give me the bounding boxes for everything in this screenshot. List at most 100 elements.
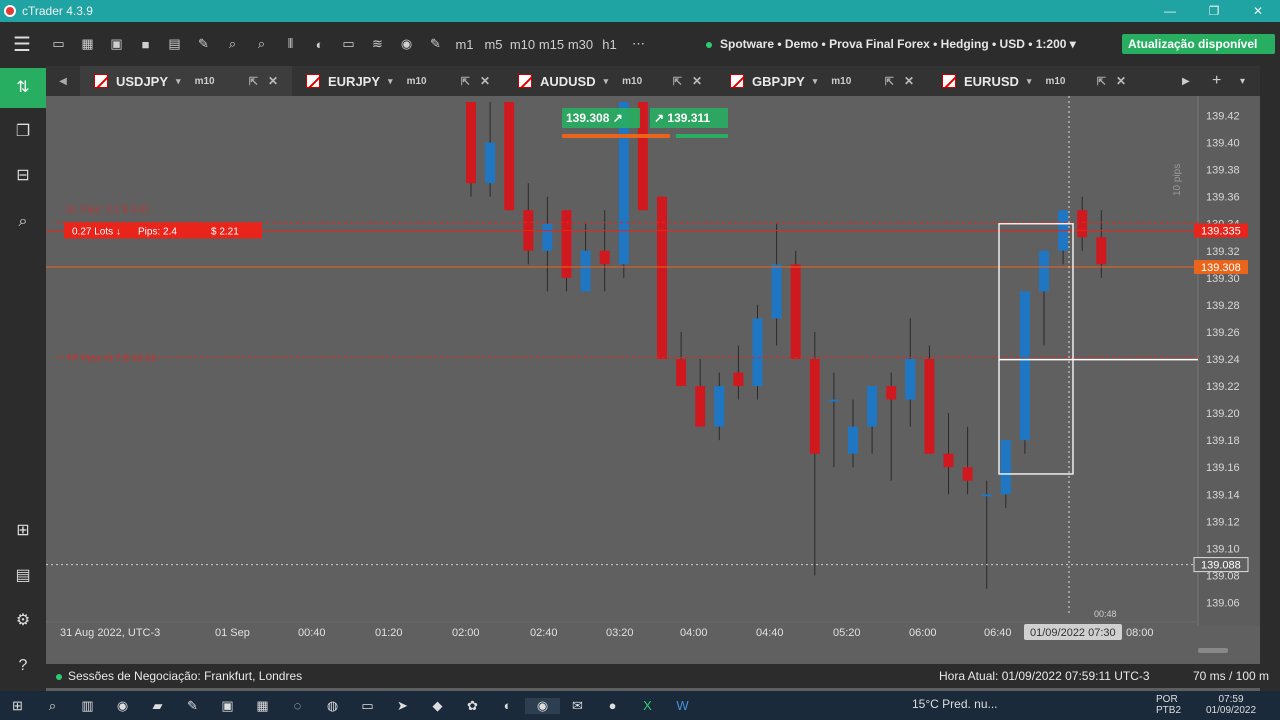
candle-body[interactable] bbox=[485, 142, 496, 184]
task-view-icon[interactable]: ▥ bbox=[70, 698, 105, 714]
app-icon[interactable]: ✿ bbox=[455, 698, 490, 714]
candle-body[interactable] bbox=[466, 102, 476, 184]
language-indicator[interactable]: POR PTB2 bbox=[1156, 694, 1181, 716]
account-selector[interactable]: Spotware • Demo • Prova Final Forex • He… bbox=[706, 22, 1076, 66]
toolbar-tool-19[interactable]: h1 bbox=[595, 37, 624, 52]
folder-icon[interactable]: ▰ bbox=[140, 698, 175, 714]
menu-icon[interactable]: ☰ bbox=[0, 32, 44, 57]
close-window-button[interactable]: ✕ bbox=[1236, 0, 1280, 22]
maximize-button[interactable]: ❐ bbox=[1192, 0, 1236, 22]
candle-body[interactable] bbox=[714, 386, 725, 427]
toolbar-tool-17[interactable]: m15 bbox=[537, 37, 566, 52]
chevron-down-icon[interactable]: ▾ bbox=[176, 76, 181, 87]
detach-icon[interactable]: ⇱ bbox=[673, 75, 682, 88]
settings-gear-icon[interactable]: ⚙ bbox=[0, 601, 46, 641]
tab-timeframe[interactable]: m10 bbox=[1045, 76, 1065, 87]
candle-body[interactable] bbox=[886, 386, 897, 400]
telegram-icon[interactable]: ➤ bbox=[385, 698, 420, 714]
toolbar-tool-11[interactable]: ≋ bbox=[363, 36, 392, 52]
minimize-button[interactable]: — bbox=[1148, 0, 1192, 22]
chevron-down-icon[interactable]: ▾ bbox=[813, 76, 818, 87]
zoom-icon[interactable]: ● bbox=[595, 698, 630, 713]
toolbar-tool-9[interactable]: ◐ bbox=[305, 37, 334, 52]
tab-timeframe[interactable]: m10 bbox=[831, 76, 851, 87]
candle-body[interactable] bbox=[580, 250, 591, 292]
detach-icon[interactable]: ⇱ bbox=[1097, 75, 1106, 88]
automate-icon[interactable]: ⊟ bbox=[0, 156, 46, 196]
windows-start-icon[interactable]: ⊞ bbox=[0, 698, 35, 714]
search-icon[interactable]: ⌕ bbox=[35, 698, 70, 714]
close-tab-icon[interactable]: ✕ bbox=[692, 74, 702, 88]
toolbar-tool-6[interactable]: ⌕ bbox=[218, 36, 247, 52]
toolbar-tool-12[interactable]: ◉ bbox=[392, 36, 421, 52]
candle-body[interactable] bbox=[981, 494, 992, 497]
candle-body[interactable] bbox=[790, 264, 801, 359]
candle-body[interactable] bbox=[809, 359, 820, 454]
candle-body[interactable] bbox=[924, 359, 935, 454]
tab-eurusd[interactable]: EURUSD ▾ m10 ⇱ ✕ bbox=[928, 66, 1140, 96]
tab-usdjpy[interactable]: USDJPY ▾ m10 ⇱ ✕ bbox=[80, 66, 292, 96]
candle-body[interactable] bbox=[752, 318, 763, 387]
toolbar-tool-14[interactable]: m1 bbox=[450, 37, 479, 52]
tab-audusd[interactable]: AUDUSD ▾ m10 ⇱ ✕ bbox=[504, 66, 716, 96]
tabs-menu-icon[interactable]: ▾ bbox=[1240, 76, 1260, 87]
detach-icon[interactable]: ⇱ bbox=[885, 75, 894, 88]
candle-body[interactable] bbox=[828, 399, 839, 402]
chart-scrollbar[interactable] bbox=[1198, 648, 1228, 653]
candle-body[interactable] bbox=[905, 359, 916, 400]
app-icon[interactable]: ✉ bbox=[560, 698, 595, 714]
calculator-icon[interactable]: ▦ bbox=[245, 698, 280, 714]
toolbar-tool-4[interactable]: ▤ bbox=[160, 36, 189, 52]
detach-icon[interactable]: ⇱ bbox=[249, 75, 258, 88]
close-tab-icon[interactable]: ✕ bbox=[480, 74, 490, 88]
candle-body[interactable] bbox=[657, 196, 667, 359]
candle-body[interactable] bbox=[695, 386, 706, 427]
candle-body[interactable] bbox=[1077, 210, 1088, 238]
toolbar-tool-0[interactable]: ▭ bbox=[44, 36, 73, 52]
word-icon[interactable]: W bbox=[665, 698, 700, 713]
detach-icon[interactable]: ⇱ bbox=[461, 75, 470, 88]
add-tab-icon[interactable]: + bbox=[1212, 72, 1240, 90]
candle-body[interactable] bbox=[676, 359, 687, 387]
tab-eurjpy[interactable]: EURJPY ▾ m10 ⇱ ✕ bbox=[292, 66, 504, 96]
toolbar-tool-2[interactable]: ▣ bbox=[102, 36, 131, 52]
toolbar-tool-5[interactable]: ✎ bbox=[189, 36, 218, 52]
terminal-icon[interactable]: ▣ bbox=[210, 698, 245, 714]
app-icon[interactable]: ✎ bbox=[175, 698, 210, 714]
trade-icon[interactable]: ⇅ bbox=[0, 68, 46, 108]
toolbar-tool-1[interactable]: ▦ bbox=[73, 36, 102, 52]
candle-body[interactable] bbox=[561, 210, 572, 278]
toolbar-tool-7[interactable]: ⌕ bbox=[247, 36, 276, 52]
scroll-left-icon[interactable]: ◀ bbox=[46, 76, 80, 87]
toolbar-tool-3[interactable]: ■ bbox=[131, 37, 160, 52]
app-icon[interactable]: ◐ bbox=[490, 698, 525, 713]
candle-body[interactable] bbox=[1039, 250, 1049, 292]
help-icon[interactable]: ? bbox=[0, 646, 46, 686]
wallet-icon[interactable]: ▤ bbox=[0, 556, 46, 596]
candle-body[interactable] bbox=[1096, 237, 1107, 265]
candle-body[interactable] bbox=[848, 426, 858, 454]
price-chart[interactable]: 139.06 139.08 139.10 139.12 139.14 139.16 139.… bbox=[46, 96, 1260, 661]
scroll-right-icon[interactable]: ▶ bbox=[1182, 76, 1212, 87]
tab-timeframe[interactable]: m10 bbox=[407, 76, 427, 87]
app-icon[interactable]: ◆ bbox=[420, 698, 455, 714]
candle-body[interactable] bbox=[771, 264, 782, 319]
tab-gbpjpy[interactable]: GBPJPY ▾ m10 ⇱ ✕ bbox=[716, 66, 928, 96]
copy-icon[interactable]: ❐ bbox=[0, 112, 46, 152]
toolbar-tool-13[interactable]: ✎ bbox=[421, 36, 450, 52]
toolbar-tool-10[interactable]: ▭ bbox=[334, 36, 363, 52]
weather[interactable]: 15°C Pred. nu... bbox=[912, 697, 998, 711]
excel-icon[interactable]: X bbox=[630, 698, 665, 713]
analyze-icon[interactable]: ⌕ bbox=[0, 202, 46, 242]
system-clock[interactable]: 07:59 01/09/2022 bbox=[1206, 694, 1256, 716]
tab-timeframe[interactable]: m10 bbox=[195, 76, 215, 87]
candle-body[interactable] bbox=[542, 223, 553, 251]
candle-body[interactable] bbox=[599, 250, 610, 265]
toolbar-tool-8[interactable]: ⫴ bbox=[276, 36, 305, 52]
candle-body[interactable] bbox=[504, 102, 515, 211]
candle-body[interactable] bbox=[943, 453, 954, 468]
cashier-icon[interactable]: ⊞ bbox=[0, 511, 46, 551]
update-button[interactable]: Atualização disponível bbox=[1122, 34, 1276, 54]
ctrader-taskbar-icon[interactable]: ◉ bbox=[525, 697, 560, 714]
chevron-down-icon[interactable]: ▾ bbox=[388, 76, 393, 87]
